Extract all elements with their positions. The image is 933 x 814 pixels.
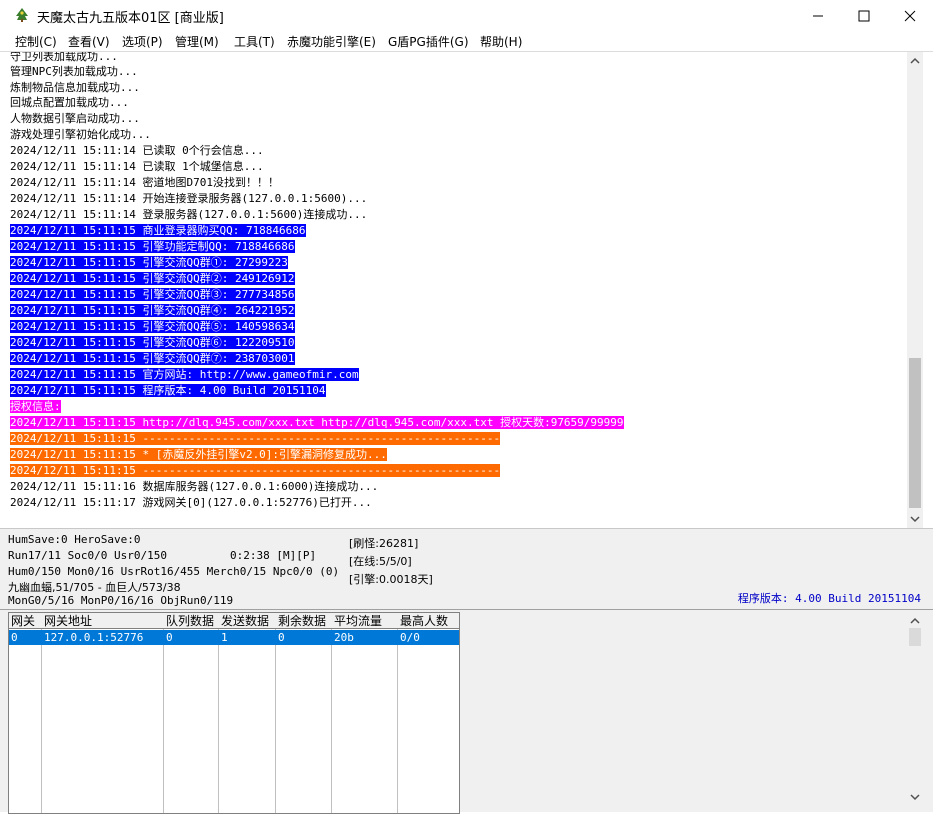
scroll-up-icon[interactable]	[910, 616, 920, 626]
log-line: 2024/12/11 15:11:14 已读取 0个行会信息...	[10, 144, 264, 157]
cell-avg-traffic: 20b	[334, 631, 354, 644]
log-line: 回城点配置加载成功...	[10, 96, 129, 109]
hum-status: Hum0/150 Mon0/16 UsrRot16/455 Merch0/15 …	[8, 565, 340, 578]
online-count: [在线:5/5/0]	[349, 555, 412, 568]
header-send-data[interactable]: 发送数据	[219, 613, 276, 629]
status-panel: HumSave:0 HeroSave:0 Run17/11 Soc0/0 Usr…	[0, 528, 933, 609]
header-max-users[interactable]: 最高人数	[398, 613, 459, 629]
cell-send-data: 1	[221, 631, 228, 644]
menu-gshield[interactable]: G盾PG插件(G)	[388, 33, 469, 50]
log-line: 人物数据引擎启动成功...	[10, 112, 140, 125]
menu-manage[interactable]: 管理(M)	[175, 33, 219, 50]
log-line: 2024/12/11 15:11:17 游戏网关[0](127.0.0.1:52…	[10, 496, 372, 509]
cell-gateway-address: 127.0.0.1:52776	[44, 631, 144, 644]
cell-queue-data: 0	[166, 631, 173, 644]
gateway-area: 网关 网关地址 队列数据 发送数据 剩余数据 平均流量 最高人数 0 127.0…	[0, 609, 933, 814]
cell-remaining-data: 0	[278, 631, 285, 644]
log-line: 2024/12/11 15:11:15 --------------------…	[10, 432, 501, 445]
maximize-button[interactable]	[841, 0, 887, 31]
log-line: 2024/12/11 15:11:15 引擎交流QQ群⑦: 238703001	[10, 352, 295, 365]
log-line: 2024/12/11 15:11:15 * [赤魔反外挂引擎v2.0]:引擎漏洞…	[10, 448, 387, 461]
log-line: 2024/12/11 15:11:14 开始连接登录服务器(127.0.0.1:…	[10, 192, 368, 205]
menu-tools[interactable]: 工具(T)	[234, 33, 275, 50]
log-line: 2024/12/11 15:11:15 --------------------…	[10, 464, 501, 477]
log-line: 2024/12/11 15:11:15 引擎功能定制QQ: 718846686	[10, 240, 295, 253]
uptime-status: 0:2:38 [M][P]	[230, 549, 317, 562]
log-line: 2024/12/11 15:11:15 引擎交流QQ群⑤: 140598634	[10, 320, 295, 333]
menu-options[interactable]: 选项(P)	[122, 33, 163, 50]
run-status: Run17/11 Soc0/0 Usr0/150	[8, 549, 167, 562]
log-output[interactable]: 守卫列表加载成功... 管理NPC列表加载成功... 炼制物品信息加载成功...…	[0, 52, 907, 528]
log-line: 2024/12/11 15:11:15 引擎交流QQ群⑥: 122209510	[10, 336, 295, 349]
cell-max-users: 0/0	[400, 631, 420, 644]
menu-help[interactable]: 帮助(H)	[480, 33, 522, 50]
log-line: 2024/12/11 15:11:15 程序版本: 4.00 Build 201…	[10, 384, 326, 397]
log-line: 2024/12/11 15:11:14 登录服务器(127.0.0.1:5600…	[10, 208, 368, 221]
tree-app-icon[interactable]	[14, 7, 30, 23]
log-line: 2024/12/11 15:11:14 密道地图D701没找到！！！	[10, 176, 279, 189]
log-line: 2024/12/11 15:11:15 官方网站: http://www.gam…	[10, 368, 359, 381]
log-line: 游戏处理引擎初始化成功...	[10, 128, 151, 141]
refresh-monster-count: [刷怪:26281]	[349, 537, 419, 550]
log-line: 2024/12/11 15:11:15 商业登录器购买QQ: 718846686	[10, 224, 306, 237]
scroll-up-icon[interactable]	[910, 56, 920, 66]
engine-time: [引擎:0.0018天]	[349, 573, 433, 586]
close-button[interactable]	[887, 0, 933, 31]
header-queue-data[interactable]: 队列数据	[164, 613, 219, 629]
close-icon	[904, 10, 916, 22]
maximize-icon	[858, 10, 870, 22]
program-version: 程序版本: 4.00 Build 20151104	[737, 592, 921, 605]
scroll-down-icon[interactable]	[910, 792, 920, 802]
log-scroll-thumb[interactable]	[909, 358, 921, 508]
log-line: 守卫列表加载成功...	[10, 52, 118, 63]
menu-control[interactable]: 控制(C)	[15, 33, 57, 50]
title-bar: 天魔太古九五版本01区 [商业版]	[0, 0, 933, 32]
bottom-scroll-thumb[interactable]	[909, 628, 921, 646]
cell-gateway: 0	[11, 631, 18, 644]
log-line: 2024/12/11 15:11:15 引擎交流QQ群①: 27299223	[10, 256, 288, 269]
log-line: 2024/12/11 15:11:15 引擎交流QQ群④: 264221952	[10, 304, 295, 317]
menu-view[interactable]: 查看(V)	[68, 33, 110, 50]
log-line: 授权信息:	[10, 400, 61, 413]
window-title: 天魔太古九五版本01区 [商业版]	[37, 11, 224, 26]
minimize-icon	[813, 15, 823, 17]
menu-bar: 控制(C) 查看(V) 选项(P) 管理(M) 工具(T) 赤魔功能引擎(E) …	[0, 31, 933, 52]
log-line: 2024/12/11 15:11:15 引擎交流QQ群②: 249126912	[10, 272, 295, 285]
log-scrollbar[interactable]	[907, 52, 923, 528]
log-line: 2024/12/11 15:11:14 已读取 1个城堡信息...	[10, 160, 264, 173]
bottom-scrollbar[interactable]	[907, 612, 923, 810]
header-avg-traffic[interactable]: 平均流量	[332, 613, 398, 629]
header-remaining-data[interactable]: 剩余数据	[276, 613, 332, 629]
header-gateway[interactable]: 网关	[9, 613, 42, 629]
monster-status: 九幽血蝠,51/705 - 血巨人/573/38	[8, 581, 181, 594]
log-line: 2024/12/11 15:11:16 数据库服务器(127.0.0.1:600…	[10, 480, 379, 493]
gateway-table[interactable]: 网关 网关地址 队列数据 发送数据 剩余数据 平均流量 最高人数 0 127.0…	[8, 612, 460, 814]
log-line: 2024/12/11 15:11:15 http://dlq.945.com/x…	[10, 416, 624, 429]
minimize-button[interactable]	[795, 0, 841, 31]
scroll-down-icon[interactable]	[910, 514, 920, 524]
header-gateway-address[interactable]: 网关地址	[42, 613, 164, 629]
mong-status: MonG0/5/16 MonP0/16/16 ObjRun0/119	[8, 594, 234, 607]
log-line: 炼制物品信息加载成功...	[10, 81, 140, 94]
save-status: HumSave:0 HeroSave:0	[8, 533, 141, 546]
right-empty-pane	[462, 612, 922, 812]
log-line: 管理NPC列表加载成功...	[10, 65, 138, 78]
log-line: 2024/12/11 15:11:15 引擎交流QQ群③: 277734856	[10, 288, 295, 301]
menu-engine[interactable]: 赤魔功能引擎(E)	[287, 33, 376, 50]
